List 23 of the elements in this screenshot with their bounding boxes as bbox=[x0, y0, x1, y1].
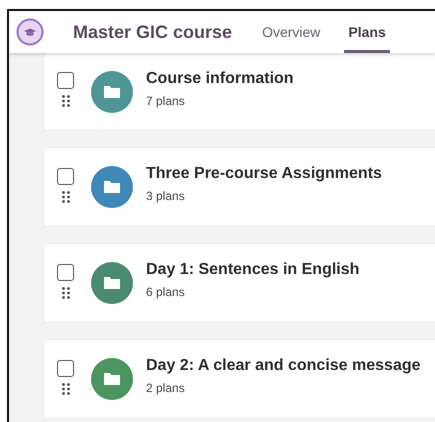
folder-card[interactable]: Course information 7 plans bbox=[44, 53, 435, 130]
drag-handle-icon[interactable] bbox=[62, 95, 70, 107]
course-title: Master GIC course bbox=[73, 22, 232, 42]
tab[interactable]: Overview bbox=[258, 11, 324, 53]
drag-handle-icon[interactable] bbox=[62, 382, 70, 394]
folder-title: Course information bbox=[146, 70, 294, 88]
plan-count: 2 plans bbox=[146, 381, 186, 395]
folder-title: Day 1: Sentences in English bbox=[146, 261, 360, 279]
folder-card[interactable]: Day 1: Sentences in English 6 plans bbox=[44, 244, 435, 322]
folder-card[interactable]: Day 2: A clear and concise message 2 plans bbox=[44, 340, 435, 418]
graduation-cap-icon bbox=[16, 18, 44, 46]
checkbox[interactable] bbox=[57, 360, 74, 376]
plan-count: 6 plans bbox=[146, 285, 186, 299]
drag-handle-icon[interactable] bbox=[62, 286, 70, 298]
folder-card[interactable]: Three Pre-course Assignments 3 plans bbox=[44, 148, 435, 226]
checkbox[interactable] bbox=[57, 168, 74, 184]
checkbox[interactable] bbox=[57, 264, 74, 280]
drag-handle-icon[interactable] bbox=[62, 190, 70, 202]
folder-title: Day 2: A clear and concise message bbox=[146, 357, 421, 375]
checkbox[interactable] bbox=[57, 72, 74, 89]
plan-count: 7 plans bbox=[146, 94, 186, 108]
folder-title: Three Pre-course Assignments bbox=[146, 165, 382, 183]
plan-count: 3 plans bbox=[146, 189, 186, 203]
